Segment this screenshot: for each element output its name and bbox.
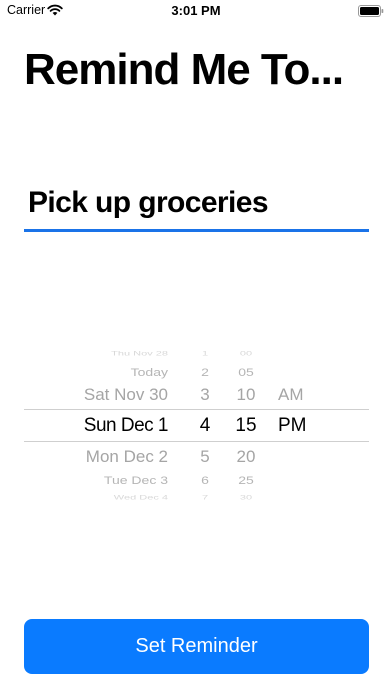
- picker-hour-option[interactable]: 1: [192, 347, 218, 360]
- picker-period-column[interactable]: AM PM: [278, 336, 328, 504]
- picker-hour-option[interactable]: 6: [192, 470, 218, 490]
- picker-date-option[interactable]: Thu Nov 28: [24, 347, 168, 360]
- set-reminder-button[interactable]: Set Reminder: [24, 619, 369, 674]
- picker-hour-option[interactable]: 5: [192, 446, 218, 469]
- picker-date-option[interactable]: Mon Dec 2: [24, 446, 168, 469]
- picker-date-option[interactable]: Wed Dec 4: [24, 491, 168, 504]
- picker-hour-option[interactable]: 3: [192, 384, 218, 407]
- picker-date-option[interactable]: Tue Dec 3: [24, 470, 168, 490]
- picker-hour-selected[interactable]: 4: [192, 414, 218, 438]
- picker-minute-column[interactable]: 00 05 10 15 20 25 30: [230, 336, 262, 504]
- picker-period-selected[interactable]: PM: [278, 414, 328, 438]
- picker-minute-selected[interactable]: 15: [230, 414, 262, 438]
- status-bar: Carrier 3:01 PM: [0, 0, 392, 22]
- picker-hour-option[interactable]: 2: [192, 362, 218, 382]
- task-input[interactable]: [24, 178, 369, 228]
- picker-date-option[interactable]: Sat Nov 30: [24, 384, 168, 407]
- picker-date-option[interactable]: Today: [24, 362, 168, 382]
- picker-hour-option[interactable]: 7: [192, 491, 218, 504]
- battery-icon: [358, 5, 384, 17]
- picker-hour-column[interactable]: 1 2 3 4 5 6 7: [192, 336, 218, 504]
- task-field: [24, 178, 369, 232]
- date-time-picker[interactable]: Thu Nov 28 Today Sat Nov 30 Sun Dec 1 Mo…: [24, 336, 369, 504]
- picker-minute-option[interactable]: 25: [230, 470, 262, 490]
- status-time: 3:01 PM: [171, 3, 221, 18]
- picker-minute-option[interactable]: 05: [230, 362, 262, 382]
- picker-period-option[interactable]: AM: [278, 384, 328, 407]
- picker-date-column[interactable]: Thu Nov 28 Today Sat Nov 30 Sun Dec 1 Mo…: [24, 336, 169, 504]
- picker-minute-option[interactable]: 30: [230, 491, 262, 504]
- picker-minute-option[interactable]: 10: [230, 384, 262, 407]
- picker-date-selected[interactable]: Sun Dec 1: [24, 414, 169, 438]
- page-title: Remind Me To...: [24, 45, 344, 94]
- picker-minute-option[interactable]: 00: [230, 347, 262, 360]
- picker-minute-option[interactable]: 20: [230, 446, 262, 469]
